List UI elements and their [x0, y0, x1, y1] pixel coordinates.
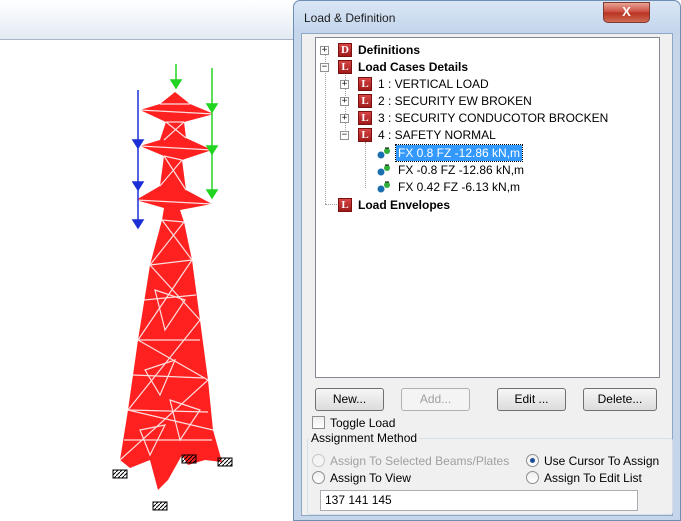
- tree-node-definitions[interactable]: + D Definitions: [320, 42, 620, 58]
- assign-view-radio[interactable]: [312, 471, 325, 484]
- tower-structure: [119, 92, 222, 490]
- expand-icon[interactable]: +: [340, 80, 349, 89]
- tree-node-label: 1 : VERTICAL LOAD: [378, 77, 489, 91]
- tree-node-label: 2 : SECURITY EW BROKEN: [378, 94, 532, 108]
- edit-list-field[interactable]: 137 141 145: [320, 490, 638, 511]
- tree-node-case-2[interactable]: + L 2 : SECURITY EW BROKEN: [340, 93, 640, 109]
- load-definition-dialog: Load & Definition X + D Definitions − L …: [293, 0, 681, 521]
- load-item-icon: [377, 164, 390, 176]
- tree-node-load-cases-details[interactable]: − L Load Cases Details: [320, 59, 620, 75]
- delete-button[interactable]: Delete...: [583, 388, 657, 411]
- load-case-icon: L: [358, 128, 372, 142]
- tree-node-label: Load Cases Details: [358, 60, 469, 74]
- collapse-icon[interactable]: −: [320, 63, 329, 72]
- expand-icon[interactable]: +: [320, 46, 329, 55]
- use-cursor-label: Use Cursor To Assign: [544, 454, 660, 468]
- application-window: Load & Definition X + D Definitions − L …: [0, 0, 681, 521]
- new-button[interactable]: New...: [315, 388, 384, 411]
- tree-node-case-1[interactable]: + L 1 : VERTICAL LOAD: [340, 76, 640, 92]
- close-icon: X: [622, 4, 631, 19]
- load-arrows-blue: [131, 90, 145, 230]
- tree-node-label: FX -0.8 FZ -12.86 kN,m: [398, 163, 525, 177]
- assign-view-label: Assign To View: [330, 471, 411, 485]
- tree-node-label: Definitions: [358, 43, 420, 57]
- tree-node-load-2[interactable]: FX -0.8 FZ -12.86 kN,m: [376, 162, 636, 178]
- tree-node-load-envelopes[interactable]: L Load Envelopes: [338, 197, 638, 213]
- tree-node-label: 3 : SECURITY CONDUCOTOR BROCKEN: [378, 111, 609, 125]
- assignment-method-legend: Assignment Method: [309, 431, 420, 445]
- collapse-icon[interactable]: −: [340, 131, 349, 140]
- load-item-icon: [377, 147, 390, 159]
- tree-node-load-1[interactable]: FX 0.8 FZ -12.86 kN,m: [376, 144, 636, 162]
- tree-node-case-3[interactable]: + L 3 : SECURITY CONDUCOTOR BROCKEN: [340, 110, 659, 126]
- tree-connector: [325, 204, 337, 205]
- assign-edit-list-radio[interactable]: [526, 471, 539, 484]
- toggle-load-label: Toggle Load: [330, 416, 396, 430]
- viewport-header: [0, 0, 293, 40]
- load-case-icon: L: [358, 111, 372, 125]
- dialog-title: Load & Definition: [304, 11, 396, 25]
- load-tree[interactable]: + D Definitions − L Load Cases Details +…: [315, 37, 660, 378]
- load-envelopes-icon: L: [338, 198, 352, 212]
- load-case-icon: L: [358, 77, 372, 91]
- expand-icon[interactable]: +: [340, 114, 349, 123]
- tree-node-label: 4 : SAFETY NORMAL: [378, 128, 496, 142]
- assign-selected-radio[interactable]: [312, 454, 325, 467]
- use-cursor-radio[interactable]: [526, 454, 539, 467]
- close-button[interactable]: X: [603, 2, 650, 23]
- dialog-titlebar[interactable]: Load & Definition X: [294, 1, 680, 33]
- tree-connector: [365, 142, 366, 188]
- add-button[interactable]: Add...: [401, 388, 470, 411]
- load-case-icon: L: [358, 94, 372, 108]
- definitions-icon: D: [338, 43, 352, 57]
- load-item-icon: [377, 181, 390, 193]
- tree-node-label: FX 0.42 FZ -6.13 kN,m: [398, 180, 521, 194]
- edit-button[interactable]: Edit ...: [497, 388, 566, 411]
- tree-node-label: FX 0.8 FZ -12.86 kN,m: [394, 144, 524, 162]
- tower-model[interactable]: [0, 40, 293, 521]
- dialog-body: + D Definitions − L Load Cases Details +…: [301, 33, 673, 516]
- assign-selected-label: Assign To Selected Beams/Plates: [330, 454, 510, 468]
- load-cases-icon: L: [338, 60, 352, 74]
- tree-node-load-3[interactable]: FX 0.42 FZ -6.13 kN,m: [376, 179, 636, 195]
- assign-edit-list-label: Assign To Edit List: [544, 471, 642, 485]
- tree-node-label: Load Envelopes: [358, 198, 451, 212]
- model-viewport[interactable]: [0, 0, 293, 521]
- expand-icon[interactable]: +: [340, 97, 349, 106]
- toggle-load-checkbox[interactable]: [312, 416, 325, 429]
- tree-node-case-4[interactable]: − L 4 : SAFETY NORMAL: [340, 127, 640, 143]
